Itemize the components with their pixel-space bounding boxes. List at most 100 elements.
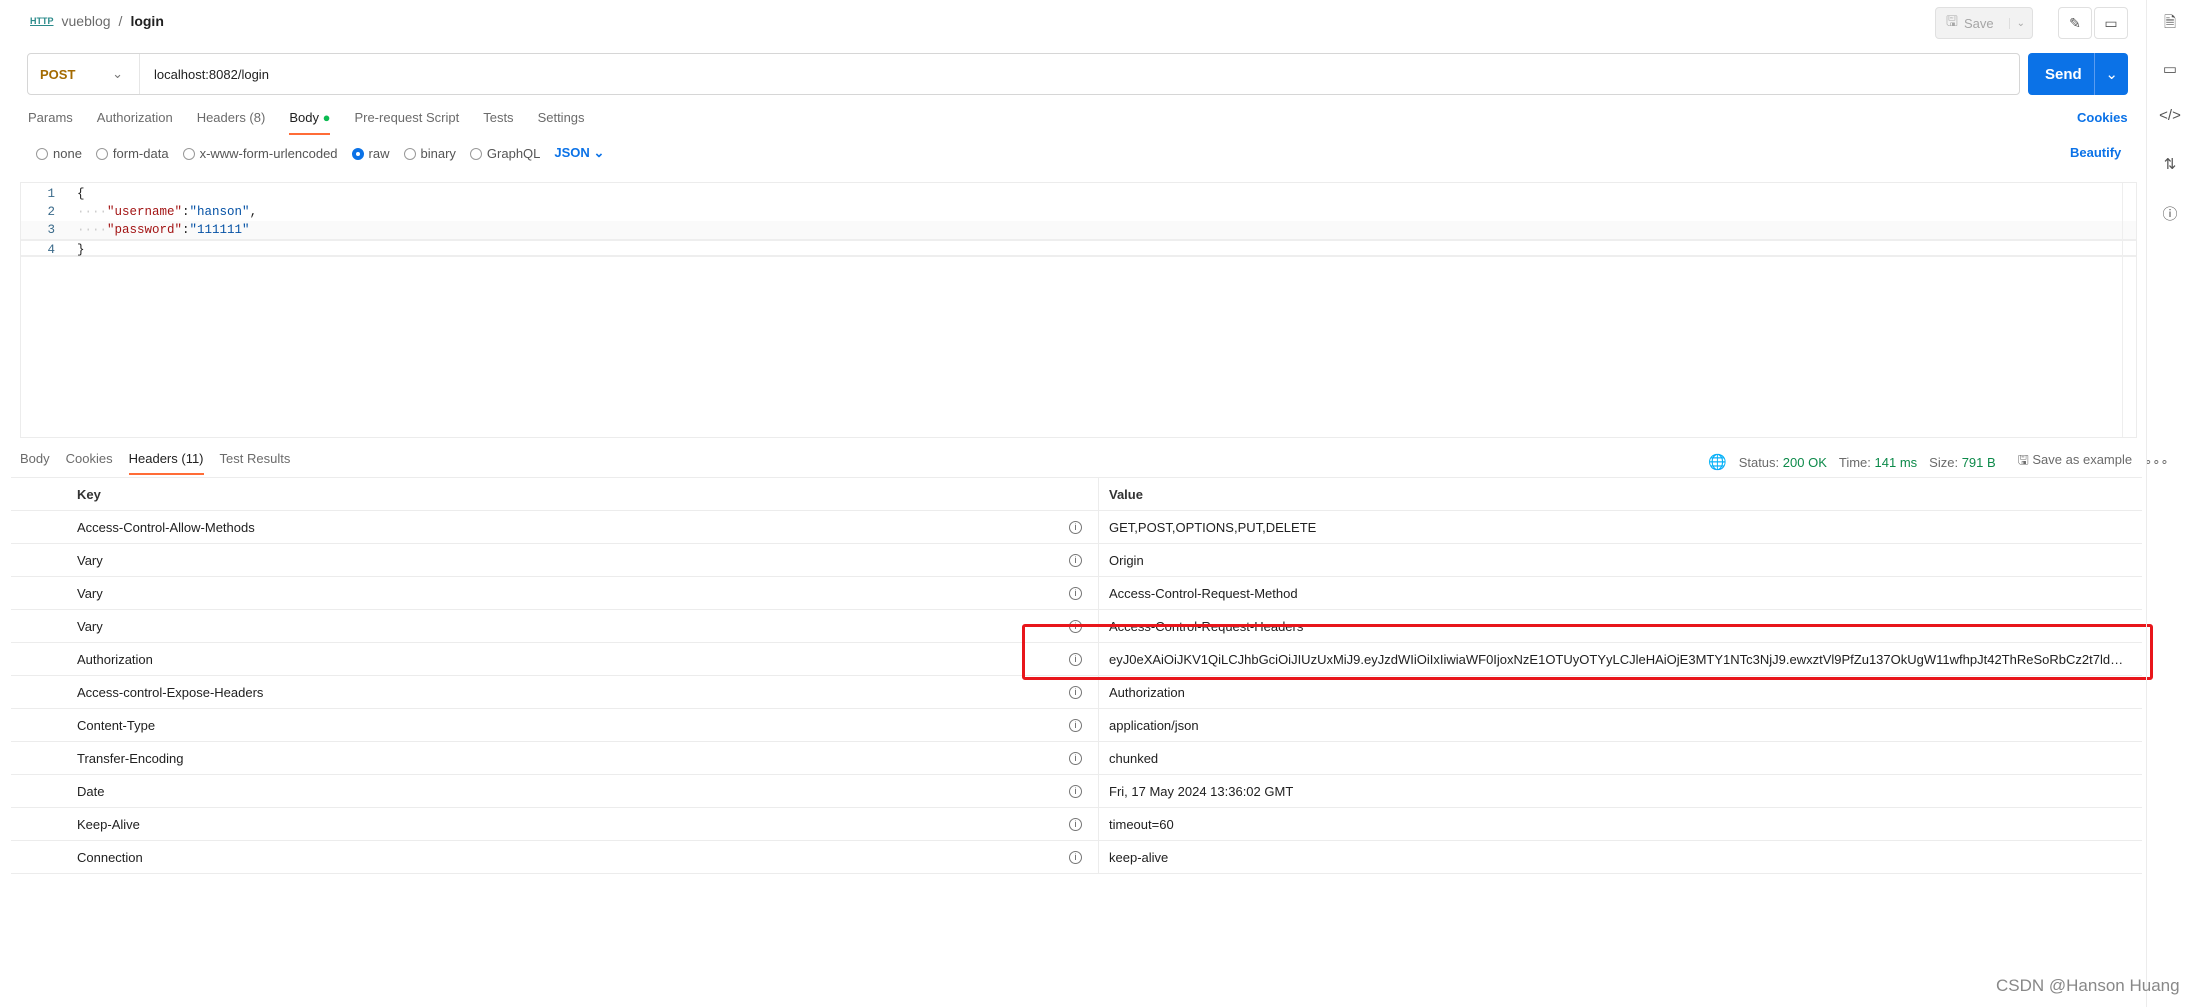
- active-dot-icon: ●: [322, 110, 331, 125]
- json-comma: ,: [249, 205, 258, 219]
- beautify-link[interactable]: Beautify: [2070, 145, 2121, 160]
- code-text: ····"password":"111111": [77, 223, 250, 237]
- table-row: Keep-Alive i timeout=60: [11, 808, 2142, 841]
- time-value[interactable]: 141 ms: [1875, 455, 1918, 470]
- chevron-down-icon[interactable]: ⌄: [2008, 17, 2032, 29]
- save-as-example-button[interactable]: 🖫 Save as example: [2018, 451, 2132, 473]
- json-value: "hanson": [189, 205, 250, 219]
- save-button[interactable]: 🖫 Save ⌄: [1935, 7, 2033, 39]
- radio-urlencoded[interactable]: x-www-form-urlencoded: [182, 145, 338, 161]
- header-key: Authorization: [77, 651, 153, 667]
- request-tabs: Params Authorization Headers (8) Body ● …: [28, 110, 585, 135]
- comment-icon[interactable]: ▭: [2159, 60, 2181, 82]
- info-icon[interactable]: i: [1069, 553, 1082, 567]
- comments-button[interactable]: ▭: [2094, 7, 2128, 39]
- info-icon[interactable]: i: [1069, 817, 1082, 831]
- tab-response-cookies[interactable]: Cookies: [66, 451, 113, 475]
- tab-authorization[interactable]: Authorization: [97, 110, 173, 135]
- url-input[interactable]: localhost:8082/login: [140, 67, 269, 82]
- radio-none[interactable]: none: [36, 146, 82, 161]
- info-icon[interactable]: ⓘ: [2159, 203, 2181, 225]
- radio-label: form-data: [112, 145, 169, 161]
- save-label: Save: [1963, 15, 1994, 31]
- tab-response-headers[interactable]: Headers (11): [128, 451, 204, 475]
- radio-icon: [182, 147, 195, 160]
- tab-params[interactable]: Params: [28, 110, 73, 135]
- method-select[interactable]: POST ⌄: [28, 54, 140, 94]
- right-sidebar: 🗎 ▭ </> ⇅ ⓘ: [2146, 0, 2192, 1007]
- size-value[interactable]: 791 B: [1962, 455, 1996, 470]
- header-key: Access-control-Expose-Headers: [77, 684, 264, 700]
- table-row: Access-Control-Allow-Methods i GET,POST,OP…: [11, 511, 2142, 544]
- save-example-label: Save as example: [2032, 452, 2133, 467]
- info-icon[interactable]: i: [1069, 751, 1082, 765]
- size-label: Size:: [1929, 454, 1959, 470]
- header-value[interactable]: keep-alive: [1099, 850, 2129, 865]
- body-type-options: none form-data x-www-form-urlencoded raw…: [36, 145, 604, 161]
- header-value[interactable]: application/json: [1099, 718, 2129, 733]
- line-number: 1: [47, 187, 55, 201]
- radio-label: none: [53, 145, 82, 161]
- editor-line: 1{: [21, 185, 2136, 203]
- header-value[interactable]: chunked: [1099, 751, 2129, 766]
- breadcrumb-collection[interactable]: vueblog: [62, 13, 111, 29]
- editor-scrollbar[interactable]: [2122, 183, 2136, 437]
- info-icon[interactable]: i: [1069, 784, 1082, 798]
- line-number: 2: [47, 205, 55, 219]
- tab-test-results[interactable]: Test Results: [220, 451, 291, 475]
- documentation-icon[interactable]: 🗎: [2159, 12, 2181, 34]
- table-row: Date i Fri, 17 May 2024 13:36:02 GMT: [11, 775, 2142, 808]
- radio-graphql[interactable]: GraphQL: [469, 145, 541, 161]
- column-value: Value: [1109, 486, 1143, 502]
- radio-raw[interactable]: raw: [351, 146, 390, 161]
- table-row: Connection i keep-alive: [11, 841, 2142, 874]
- chevron-down-icon[interactable]: ⌄: [2094, 53, 2128, 95]
- tab-pre-request-script[interactable]: Pre-request Script: [354, 110, 459, 135]
- table-header: Key Value: [11, 478, 2142, 511]
- http-icon: HTTP: [30, 16, 54, 26]
- header-value[interactable]: GET,POST,OPTIONS,PUT,DELETE: [1099, 520, 2129, 535]
- header-key: Vary: [77, 585, 103, 601]
- tab-settings[interactable]: Settings: [538, 110, 585, 135]
- tab-response-body[interactable]: Body: [20, 451, 50, 475]
- tab-headers[interactable]: Headers (8): [197, 110, 266, 135]
- code-editor[interactable]: 1{ 2 ····"username":"hanson", 3 ····"passw…: [20, 182, 2137, 438]
- header-value[interactable]: Authorization: [1099, 685, 2129, 700]
- globe-icon[interactable]: 🌐: [1708, 453, 1727, 471]
- header-value[interactable]: Access-Control-Request-Method: [1099, 586, 2129, 601]
- info-icon[interactable]: i: [1069, 520, 1082, 534]
- time-label: Time:: [1838, 454, 1871, 470]
- status-value[interactable]: 200 OK: [1783, 455, 1827, 470]
- info-icon[interactable]: i: [1069, 718, 1082, 732]
- table-row: Access-control-Expose-Headers i Authorizat…: [11, 676, 2142, 709]
- radio-binary[interactable]: binary: [403, 146, 456, 161]
- comment-icon: ▭: [2104, 14, 2118, 31]
- header-value[interactable]: timeout=60: [1099, 817, 2129, 832]
- header-value[interactable]: Fri, 17 May 2024 13:36:02 GMT: [1099, 784, 2129, 799]
- code-icon[interactable]: </>: [2159, 107, 2181, 129]
- radio-label: GraphQL: [486, 145, 541, 161]
- header-key: Vary: [77, 552, 103, 568]
- url-bar: POST ⌄ localhost:8082/login: [27, 53, 2020, 95]
- radio-label: x-www-form-urlencoded: [199, 145, 338, 161]
- related-icon[interactable]: ⇅: [2159, 155, 2181, 177]
- tab-tests[interactable]: Tests: [483, 110, 513, 135]
- info-icon[interactable]: i: [1069, 850, 1082, 864]
- radio-form-data[interactable]: form-data: [95, 145, 169, 161]
- header-key: Connection: [77, 849, 143, 865]
- radio-icon: [95, 147, 108, 160]
- cookies-link[interactable]: Cookies: [2077, 110, 2128, 125]
- info-icon[interactable]: i: [1069, 685, 1082, 699]
- tab-body[interactable]: Body ●: [289, 110, 331, 135]
- send-button[interactable]: Send ⌄: [2028, 53, 2128, 95]
- radio-icon: [469, 147, 482, 160]
- line-number: 3: [47, 223, 55, 237]
- format-select[interactable]: JSON ⌄: [554, 145, 604, 161]
- header-value[interactable]: Origin: [1099, 553, 2129, 568]
- edit-button[interactable]: ✎: [2058, 7, 2092, 39]
- info-icon[interactable]: i: [1069, 586, 1082, 600]
- chevron-down-icon: ⌄: [593, 145, 605, 160]
- chevron-down-icon: ⌄: [112, 66, 123, 81]
- table-row: Transfer-Encoding i chunked: [11, 742, 2142, 775]
- breadcrumb-request[interactable]: login: [130, 13, 163, 29]
